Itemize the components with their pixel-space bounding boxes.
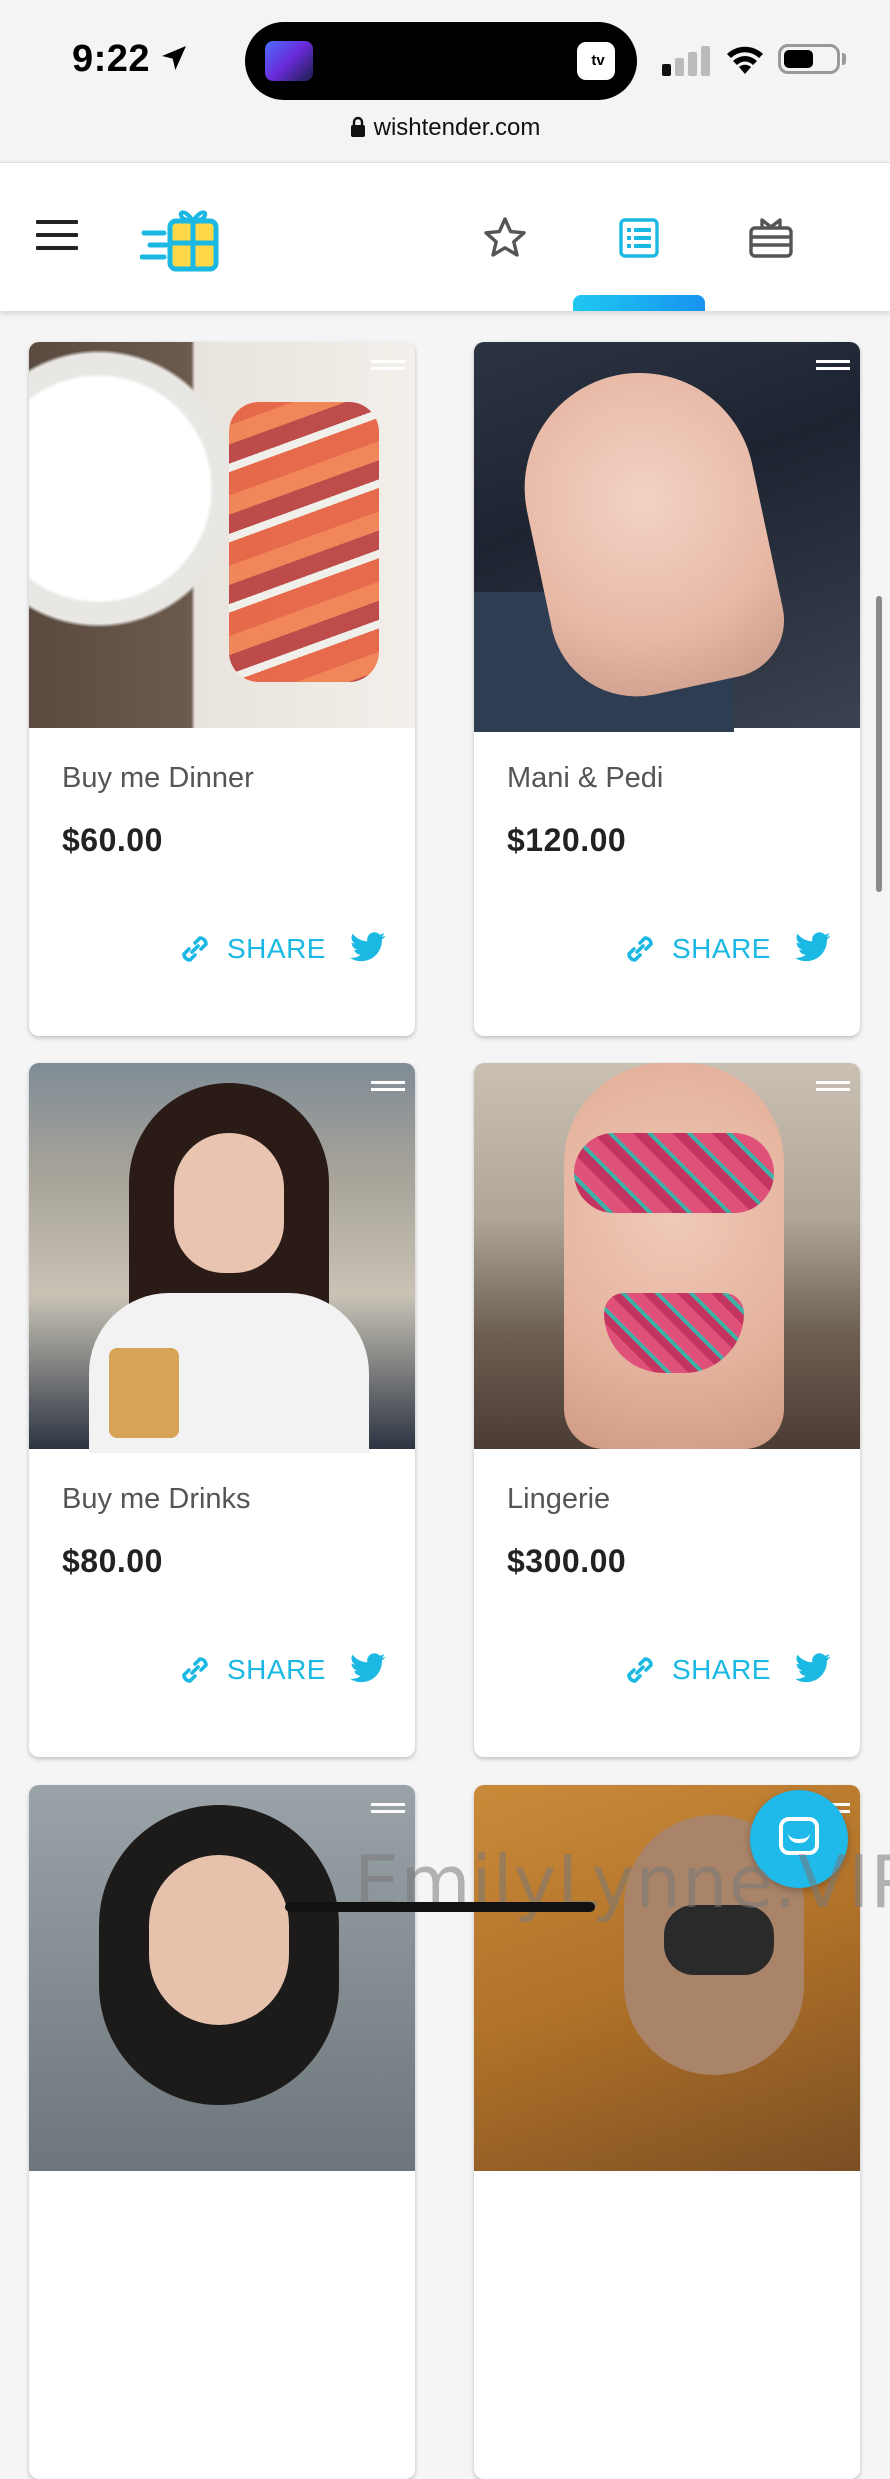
item-name: Buy me Dinner [62, 762, 254, 794]
link-icon[interactable] [620, 1650, 660, 1690]
wishlist-grid: Buy me Dinner $60.00 SHARE Mani & Pedi $… [0, 310, 890, 2479]
drag-handle-icon[interactable] [816, 360, 850, 374]
item-price: $60.00 [62, 822, 163, 858]
gift-card-icon[interactable] [748, 215, 794, 261]
link-icon[interactable] [620, 929, 660, 969]
menu-icon[interactable] [36, 220, 78, 252]
lock-icon [350, 116, 365, 137]
address-bar[interactable]: wishtender.com [0, 110, 890, 162]
item-photo[interactable] [29, 1063, 415, 1453]
drag-handle-icon[interactable] [816, 1081, 850, 1095]
item-price: $80.00 [62, 1543, 163, 1579]
link-icon[interactable] [175, 1650, 215, 1690]
cellular-signal-icon [662, 46, 710, 76]
drag-handle-icon[interactable] [371, 1081, 405, 1095]
twitter-icon[interactable] [794, 1652, 832, 1686]
share-button[interactable]: SHARE [672, 929, 771, 969]
drag-handle-icon[interactable] [371, 1803, 405, 1817]
share-button[interactable]: SHARE [672, 1650, 771, 1690]
share-button[interactable]: SHARE [227, 1650, 326, 1690]
active-tab-indicator [573, 295, 705, 311]
item-price: $300.00 [507, 1543, 627, 1579]
twitter-icon[interactable] [349, 931, 387, 965]
app-header [0, 162, 890, 311]
item-photo[interactable] [474, 1063, 860, 1449]
wish-item-card[interactable]: Lingerie $300.00 SHARE [474, 1063, 860, 1757]
status-bar: 9:22 tv [0, 0, 890, 110]
wish-item-card[interactable]: Mani & Pedi $120.00 SHARE [474, 342, 860, 1036]
status-time: 9:22 [72, 38, 151, 80]
dynamic-island: tv [245, 22, 637, 100]
now-playing-artwork [265, 41, 313, 81]
home-indicator[interactable] [285, 1902, 595, 1912]
wishtender-logo-icon[interactable] [140, 191, 230, 281]
wifi-icon [727, 46, 763, 74]
wish-item-card[interactable]: Buy me Dinner $60.00 SHARE [29, 342, 415, 1036]
list-icon[interactable] [616, 215, 662, 261]
item-photo[interactable] [474, 342, 860, 732]
page-scrollbar[interactable] [876, 596, 882, 892]
url-label: wishtender.com [373, 114, 541, 141]
item-name: Buy me Drinks [62, 1483, 251, 1515]
url-text[interactable]: wishtender.com [350, 114, 541, 141]
drag-handle-icon[interactable] [371, 360, 405, 374]
wish-item-card[interactable]: Buy me Drinks $80.00 SHARE [29, 1063, 415, 1757]
item-photo[interactable] [29, 342, 415, 728]
item-price: $120.00 [507, 822, 627, 858]
apple-tv-icon: tv [577, 42, 615, 80]
share-button[interactable]: SHARE [227, 929, 326, 969]
twitter-icon[interactable] [794, 931, 832, 965]
location-arrow-icon [162, 46, 186, 70]
item-name: Lingerie [507, 1483, 611, 1515]
battery-icon [778, 44, 840, 74]
link-icon[interactable] [175, 929, 215, 969]
item-name: Mani & Pedi [507, 762, 664, 794]
star-icon[interactable] [482, 215, 528, 261]
twitter-icon[interactable] [349, 1652, 387, 1686]
